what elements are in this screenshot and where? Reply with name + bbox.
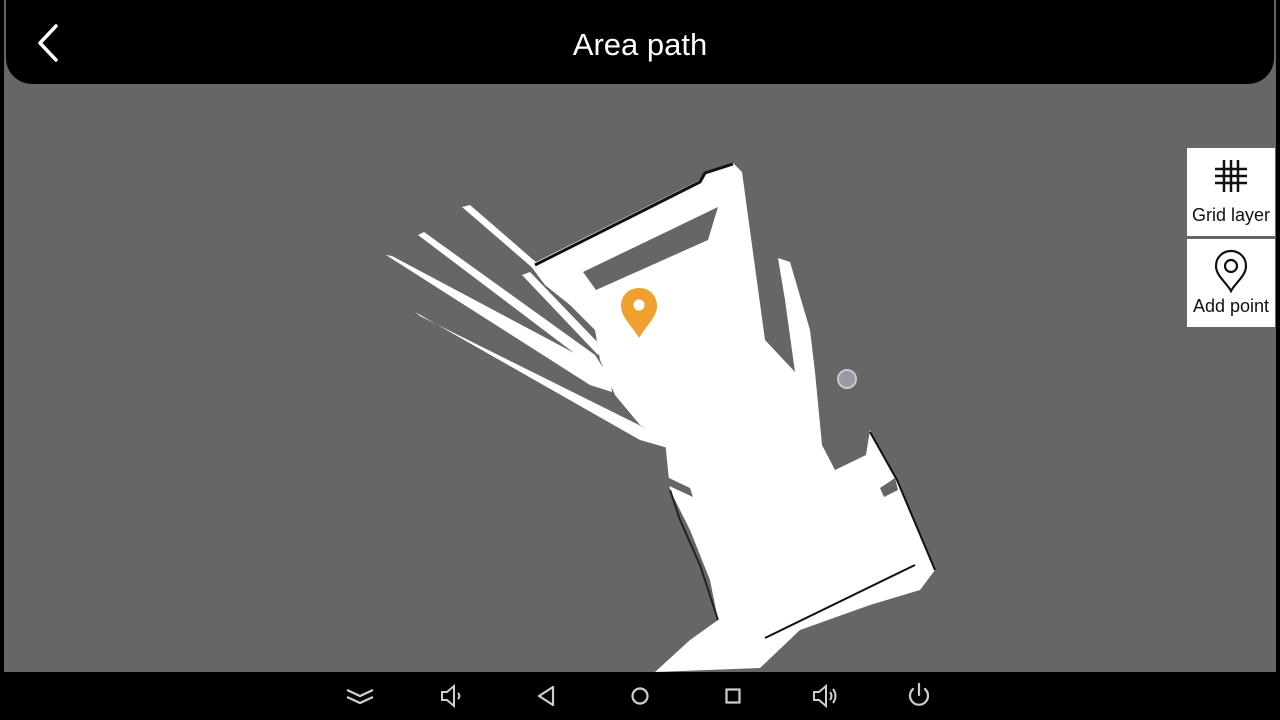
collapse-button[interactable] <box>345 682 375 710</box>
back-triangle-icon <box>537 685 555 707</box>
collapse-chevrons-icon <box>346 689 374 705</box>
free-space-beam-1 <box>462 205 545 278</box>
grid-icon <box>1215 160 1247 192</box>
volume-up-icon <box>813 683 837 709</box>
app-screen: Area path Grid layer Add point <box>0 0 1280 720</box>
volume-down-button[interactable] <box>438 682 468 710</box>
free-space-right-wing <box>778 258 815 372</box>
grid-layer-button[interactable]: Grid layer <box>1187 148 1275 236</box>
page-title: Area path <box>572 27 708 62</box>
recents-button[interactable] <box>718 682 748 710</box>
free-space-main <box>530 163 935 672</box>
top-app-bar: Area path <box>6 0 1274 84</box>
home-button[interactable] <box>625 682 655 710</box>
occupancy-map[interactable] <box>4 0 1276 672</box>
power-button[interactable] <box>904 682 934 710</box>
power-icon <box>908 682 930 706</box>
back-nav-button[interactable] <box>532 682 562 710</box>
robot-position-icon[interactable] <box>837 369 857 389</box>
map-tools-panel: Grid layer Add point <box>1187 148 1275 327</box>
system-navigation-bar <box>0 672 1280 720</box>
map-view[interactable] <box>4 0 1276 672</box>
add-point-label: Add point <box>1192 296 1270 316</box>
add-point-button[interactable]: Add point <box>1187 239 1275 327</box>
volume-down-icon <box>441 683 461 709</box>
home-circle-icon <box>631 687 649 705</box>
volume-up-button[interactable] <box>811 682 841 710</box>
grid-layer-label: Grid layer <box>1191 205 1271 225</box>
recents-square-icon <box>725 688 741 704</box>
map-pin-outline-icon <box>1214 249 1248 293</box>
